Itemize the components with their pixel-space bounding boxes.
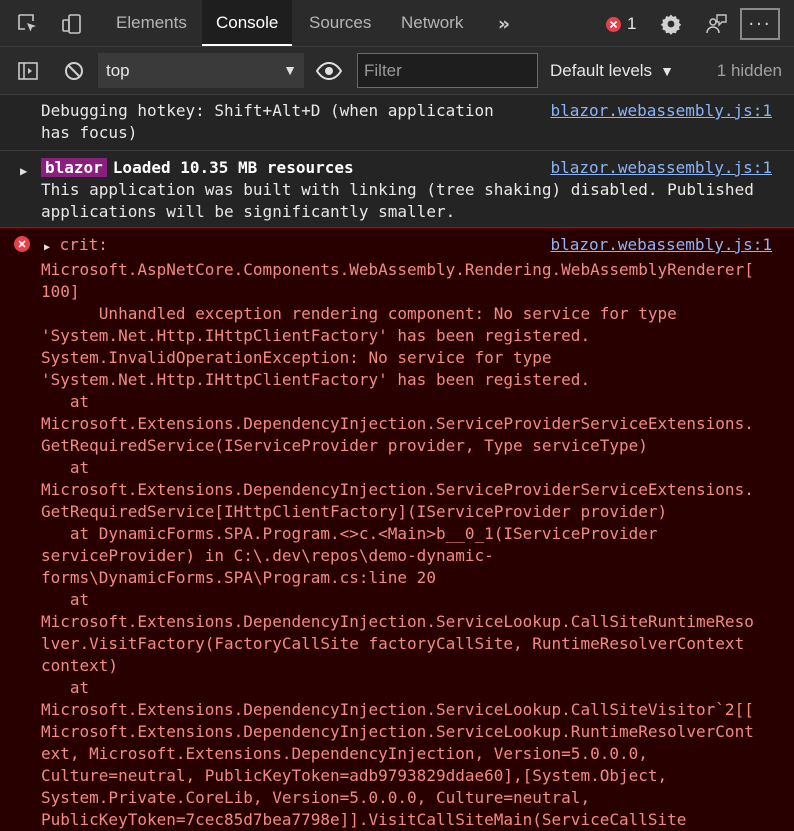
error-icon xyxy=(14,236,30,252)
devtools-tab-bar: Elements Console Sources Network » 1 ··· xyxy=(0,0,794,47)
expand-triangle-icon[interactable]: ▶ xyxy=(20,160,27,182)
log-levels-dropdown[interactable]: Default levels ▼ xyxy=(550,53,674,88)
log-levels-label: Default levels xyxy=(550,60,653,80)
tab-network[interactable]: Network xyxy=(401,0,463,46)
context-selector-value: top xyxy=(106,60,130,80)
console-toolbar: top ▼ Default levels ▼ 1 hidden xyxy=(0,47,794,95)
feedback-icon[interactable] xyxy=(702,10,730,38)
filter-input[interactable] xyxy=(357,53,538,88)
settings-gear-icon[interactable] xyxy=(657,10,685,38)
error-stack-text: Microsoft.AspNetCore.Components.WebAssem… xyxy=(41,260,754,829)
error-level: crit: xyxy=(59,235,108,254)
context-selector[interactable]: top ▼ xyxy=(98,53,304,88)
source-link[interactable]: blazor.webassembly.js:1 xyxy=(550,157,772,179)
source-link[interactable]: blazor.webassembly.js:1 xyxy=(550,234,772,256)
tab-sources[interactable]: Sources xyxy=(309,0,371,46)
source-link[interactable]: blazor.webassembly.js:1 xyxy=(550,100,772,122)
expand-triangle-icon[interactable]: ▶ xyxy=(44,242,50,253)
console-error-message[interactable]: blazor.webassembly.js:1 ▶ crit: Microsof… xyxy=(0,228,794,831)
blazor-badge: blazor xyxy=(41,158,107,177)
tab-elements[interactable]: Elements xyxy=(116,0,187,46)
error-icon xyxy=(606,16,621,32)
message-text: This application was built with linking … xyxy=(41,180,754,221)
hidden-messages-count: 1 hidden xyxy=(716,60,782,80)
group-title: Loaded 10.35 MB resources xyxy=(112,158,354,177)
clear-console-icon[interactable] xyxy=(60,57,88,85)
live-expression-eye-icon[interactable] xyxy=(315,57,343,85)
sidebar-toggle-icon[interactable] xyxy=(14,57,42,85)
console-messages: blazor.webassembly.js:1 Debugging hotkey… xyxy=(0,95,794,831)
console-group-message[interactable]: ▶ blazor.webassembly.js:1 blazor Loaded 1… xyxy=(0,151,794,228)
error-count-indicator[interactable]: 1 xyxy=(606,12,636,36)
tab-console[interactable]: Console xyxy=(202,0,293,46)
console-message[interactable]: blazor.webassembly.js:1 Debugging hotkey… xyxy=(0,95,794,151)
chevron-down-icon: ▼ xyxy=(660,62,674,79)
inspect-element-icon[interactable] xyxy=(14,10,42,38)
dropdown-arrow-icon: ▼ xyxy=(283,62,297,78)
customize-more-icon[interactable]: ··· xyxy=(740,8,780,40)
device-toolbar-icon[interactable] xyxy=(58,10,86,38)
more-tabs-icon[interactable]: » xyxy=(492,10,516,38)
error-count: 1 xyxy=(627,14,637,33)
